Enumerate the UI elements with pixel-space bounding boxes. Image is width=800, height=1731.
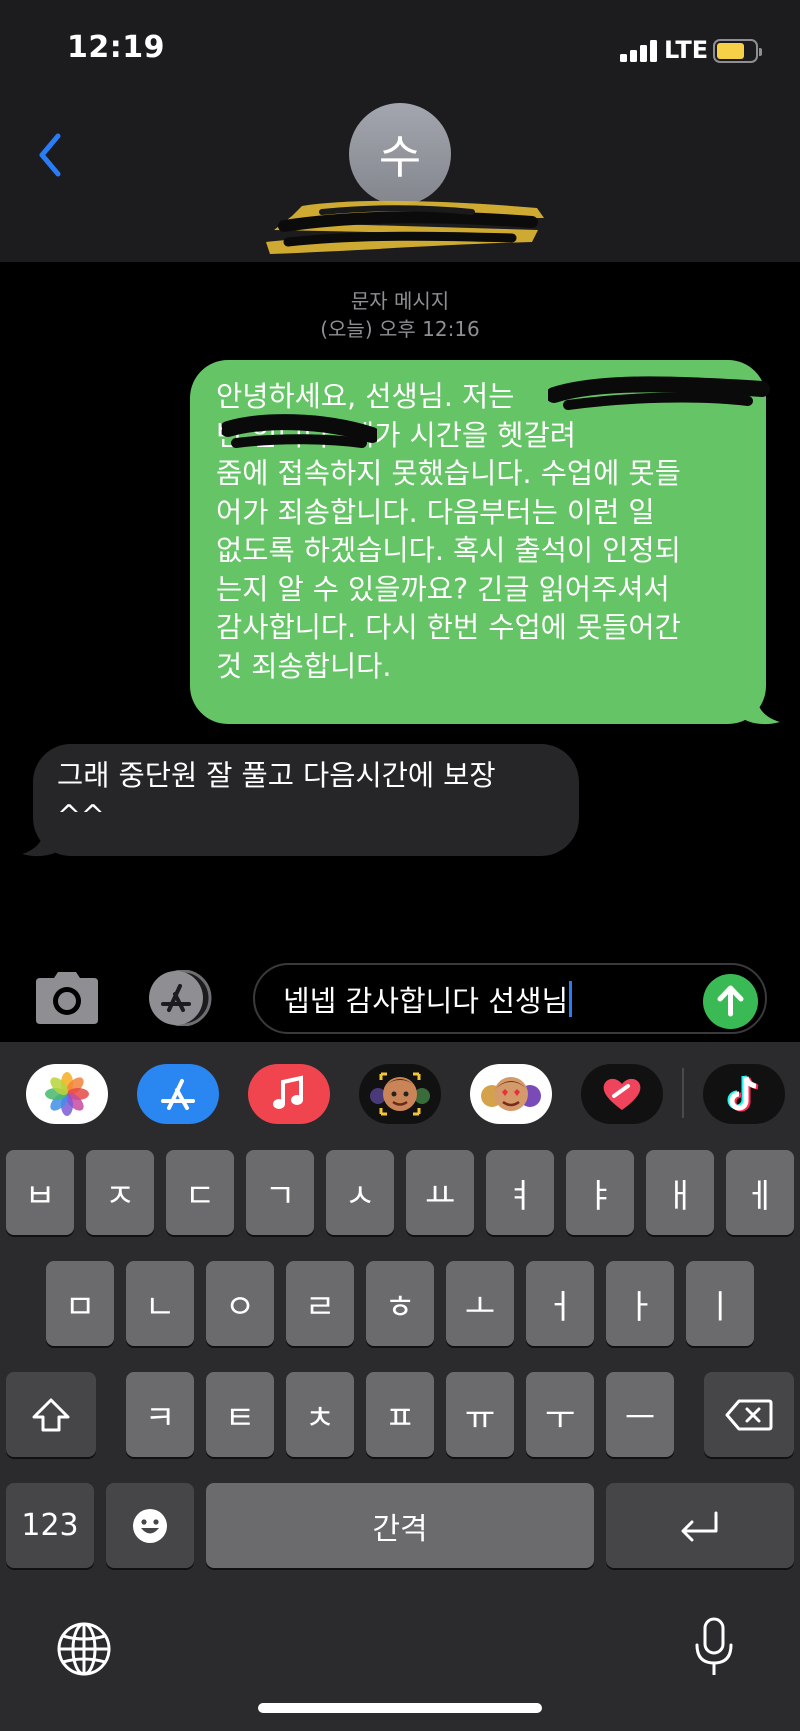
shift-key[interactable] [6, 1372, 96, 1457]
camera-icon[interactable] [34, 970, 100, 1026]
key[interactable]: ㅔ [726, 1150, 794, 1235]
key[interactable]: ㅅ [326, 1150, 394, 1235]
key[interactable]: ㅑ [566, 1150, 634, 1235]
incoming-message-bubble[interactable]: 그래 중단원 잘 풀고 다음시간에 보장 ^^ [33, 744, 579, 856]
microphone-icon[interactable] [693, 1617, 735, 1679]
key[interactable]: ㅋ [126, 1372, 194, 1457]
thread-meta: 문자 메시지 (오늘) 오후 12:16 [0, 287, 800, 343]
numbers-key[interactable]: 123 [6, 1483, 94, 1568]
space-key[interactable]: 간격 [206, 1483, 594, 1568]
app-store-icon[interactable] [143, 970, 218, 1026]
send-button[interactable] [703, 974, 758, 1029]
key[interactable]: ㄷ [166, 1150, 234, 1235]
home-indicator[interactable] [258, 1703, 542, 1713]
status-time: 12:19 [67, 30, 165, 65]
app-strip-divider [682, 1068, 684, 1118]
arrow-up-icon [717, 985, 744, 1017]
memoji-stickers-app-icon[interactable] [470, 1064, 552, 1124]
message-timestamp: (오늘) 오후 12:16 [320, 317, 480, 341]
redacted-contact-name[interactable] [262, 194, 547, 260]
key[interactable]: ㅂ [6, 1150, 74, 1235]
key[interactable]: ㅓ [526, 1261, 594, 1346]
key[interactable]: ㅛ [406, 1150, 474, 1235]
music-app-icon[interactable] [248, 1064, 330, 1124]
key[interactable]: ㅎ [366, 1261, 434, 1346]
emoji-key[interactable] [106, 1483, 194, 1568]
cellular-signal-icon [620, 40, 658, 62]
digital-touch-app-icon[interactable] [581, 1064, 663, 1124]
chevron-left-icon[interactable] [32, 130, 72, 180]
incoming-message-text: 그래 중단원 잘 풀고 다음시간에 보장 ^^ [57, 759, 496, 832]
key[interactable]: ㅁ [46, 1261, 114, 1346]
key[interactable]: ㅡ [606, 1372, 674, 1457]
key[interactable]: ㅐ [646, 1150, 714, 1235]
key[interactable]: ㄹ [286, 1261, 354, 1346]
memoji-camera-app-icon[interactable] [359, 1064, 441, 1124]
key[interactable]: ㅏ [606, 1261, 674, 1346]
network-type: LTE [664, 36, 709, 64]
emoji-icon [133, 1508, 167, 1543]
key[interactable]: ㄱ [246, 1150, 314, 1235]
redaction-scribble [222, 414, 377, 448]
shift-icon [32, 1398, 70, 1431]
key[interactable]: ㅗ [446, 1261, 514, 1346]
battery-icon [713, 39, 762, 63]
photos-app-icon[interactable] [26, 1064, 108, 1124]
service-label: 문자 메시지 [350, 289, 450, 313]
delete-key[interactable] [704, 1372, 794, 1457]
text-caret [569, 980, 573, 1017]
tiktok-app-icon[interactable] [703, 1064, 785, 1124]
key[interactable]: ㅌ [206, 1372, 274, 1457]
key[interactable]: ㅍ [366, 1372, 434, 1457]
message-input[interactable]: 넵넵 감사합니다 선생님 [253, 963, 767, 1034]
contact-avatar[interactable]: 수 [349, 103, 451, 205]
globe-icon[interactable] [56, 1621, 112, 1677]
key[interactable]: ㅈ [86, 1150, 154, 1235]
return-key[interactable] [606, 1483, 794, 1568]
message-draft-text: 넵넵 감사합니다 선생님 [283, 983, 569, 1018]
key[interactable]: ㅕ [486, 1150, 554, 1235]
key[interactable]: ㅜ [526, 1372, 594, 1457]
redaction-scribble [548, 376, 770, 410]
backspace-icon [725, 1399, 773, 1430]
app-store-app-icon[interactable] [137, 1064, 219, 1124]
return-icon [681, 1511, 718, 1541]
key[interactable]: ㅠ [446, 1372, 514, 1457]
avatar-initial: 수 [378, 130, 422, 184]
key[interactable]: ㅊ [286, 1372, 354, 1457]
key[interactable]: ㅣ [686, 1261, 754, 1346]
key[interactable]: ㅇ [206, 1261, 274, 1346]
key[interactable]: ㄴ [126, 1261, 194, 1346]
